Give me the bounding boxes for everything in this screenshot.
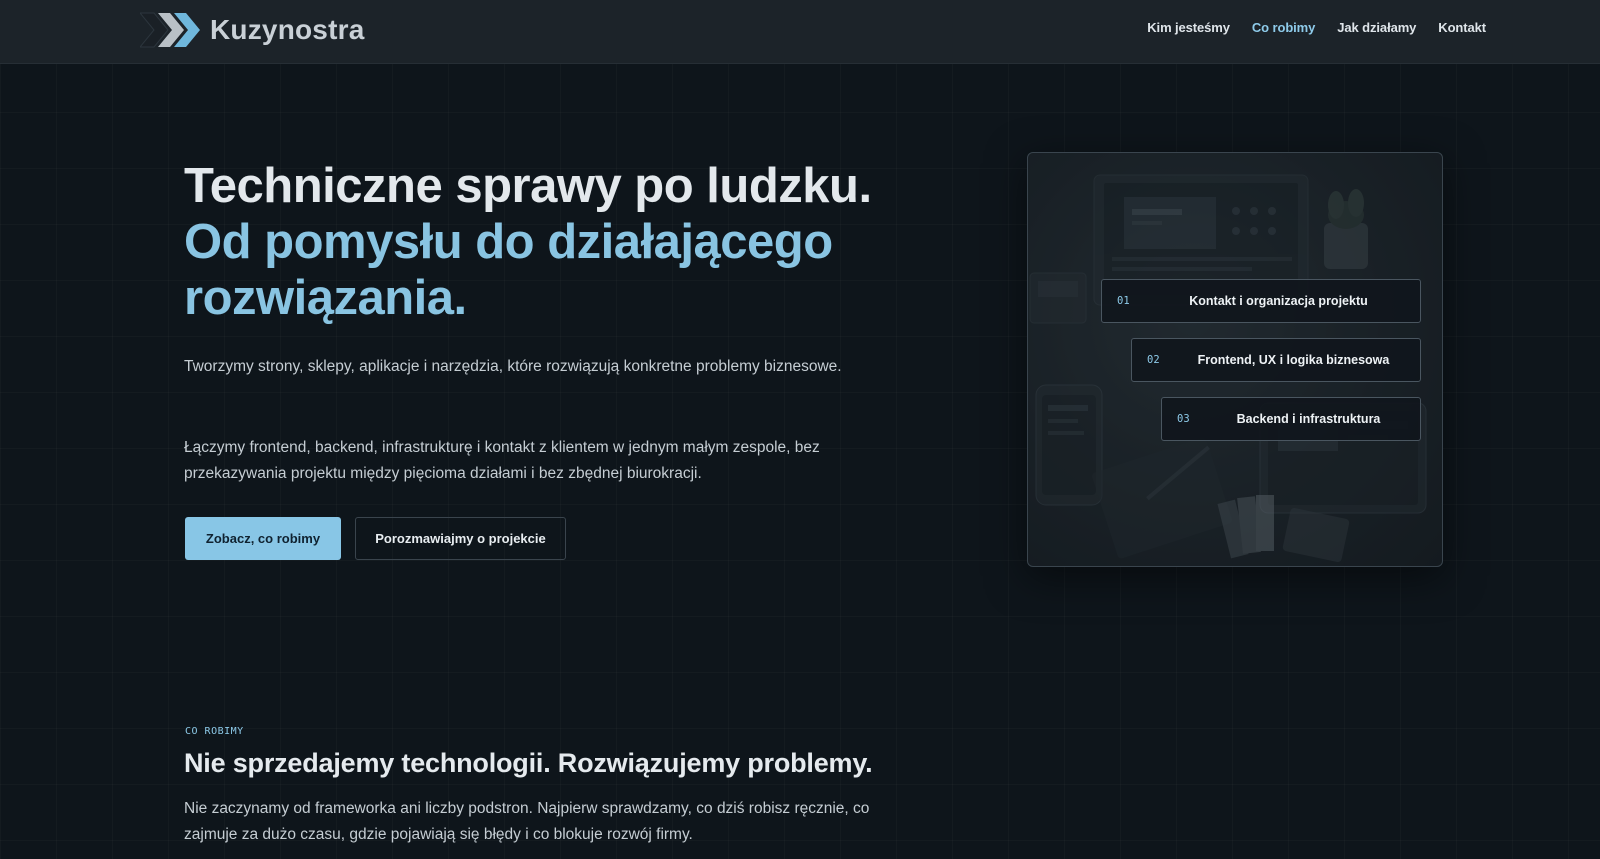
step-3: 03 Backend i infrastruktura xyxy=(1161,397,1421,441)
section-title: Nie sprzedajemy technologii. Rozwiązujem… xyxy=(184,748,873,778)
nav-co-robimy[interactable]: Co robimy xyxy=(1252,20,1315,35)
hero-title-line2: Od pomysłu do działającego rozwiązania. xyxy=(184,215,833,325)
step-2-label: Frontend, UX i logika biznesowa xyxy=(1197,353,1390,367)
step-2-number: 02 xyxy=(1147,354,1160,366)
see-what-we-do-button[interactable]: Zobacz, co robimy xyxy=(185,517,341,560)
hero-title-line1: Techniczne sprawy po ludzku. xyxy=(184,159,872,213)
nav-kontakt[interactable]: Kontakt xyxy=(1438,20,1486,35)
nav-kim-jestesmy[interactable]: Kim jesteśmy xyxy=(1147,20,1230,35)
talk-about-project-button[interactable]: Porozmawiajmy o projekcie xyxy=(355,517,566,560)
step-1-label: Kontakt i organizacja projektu xyxy=(1189,294,1368,308)
section-paragraph: Nie zaczynamy od frameworka ani liczby p… xyxy=(184,800,870,843)
step-2: 02 Frontend, UX i logika biznesowa xyxy=(1131,338,1421,382)
hero-paragraph-1: Tworzymy strony, sklepy, aplikacje i nar… xyxy=(184,358,842,375)
hero-title: Techniczne sprawy po ludzku. Od pomysłu … xyxy=(184,158,944,326)
section-eyebrow: CO ROBIMY xyxy=(185,726,244,737)
step-3-number: 03 xyxy=(1177,413,1190,425)
step-3-label: Backend i infrastruktura xyxy=(1236,412,1381,426)
nav-jak-dzialamy[interactable]: Jak działamy xyxy=(1337,20,1416,35)
brand-logo[interactable]: Kuzynostra xyxy=(140,10,364,50)
site-header: Kuzynostra Kim jesteśmy Co robimy Jak dz… xyxy=(0,0,1600,64)
brand-name: Kuzynostra xyxy=(210,14,365,45)
step-1: 01 Kontakt i organizacja projektu xyxy=(1101,279,1421,323)
chevrons-logo-icon xyxy=(140,12,200,48)
main-nav: Kim jesteśmy Co robimy Jak działamy Kont… xyxy=(1147,20,1486,35)
step-1-number: 01 xyxy=(1117,295,1130,307)
hero-image-card: 01 Kontakt i organizacja projektu 02 Fro… xyxy=(1027,152,1443,567)
hero-paragraph-2: Łączymy frontend, backend, infrastruktur… xyxy=(184,439,820,482)
